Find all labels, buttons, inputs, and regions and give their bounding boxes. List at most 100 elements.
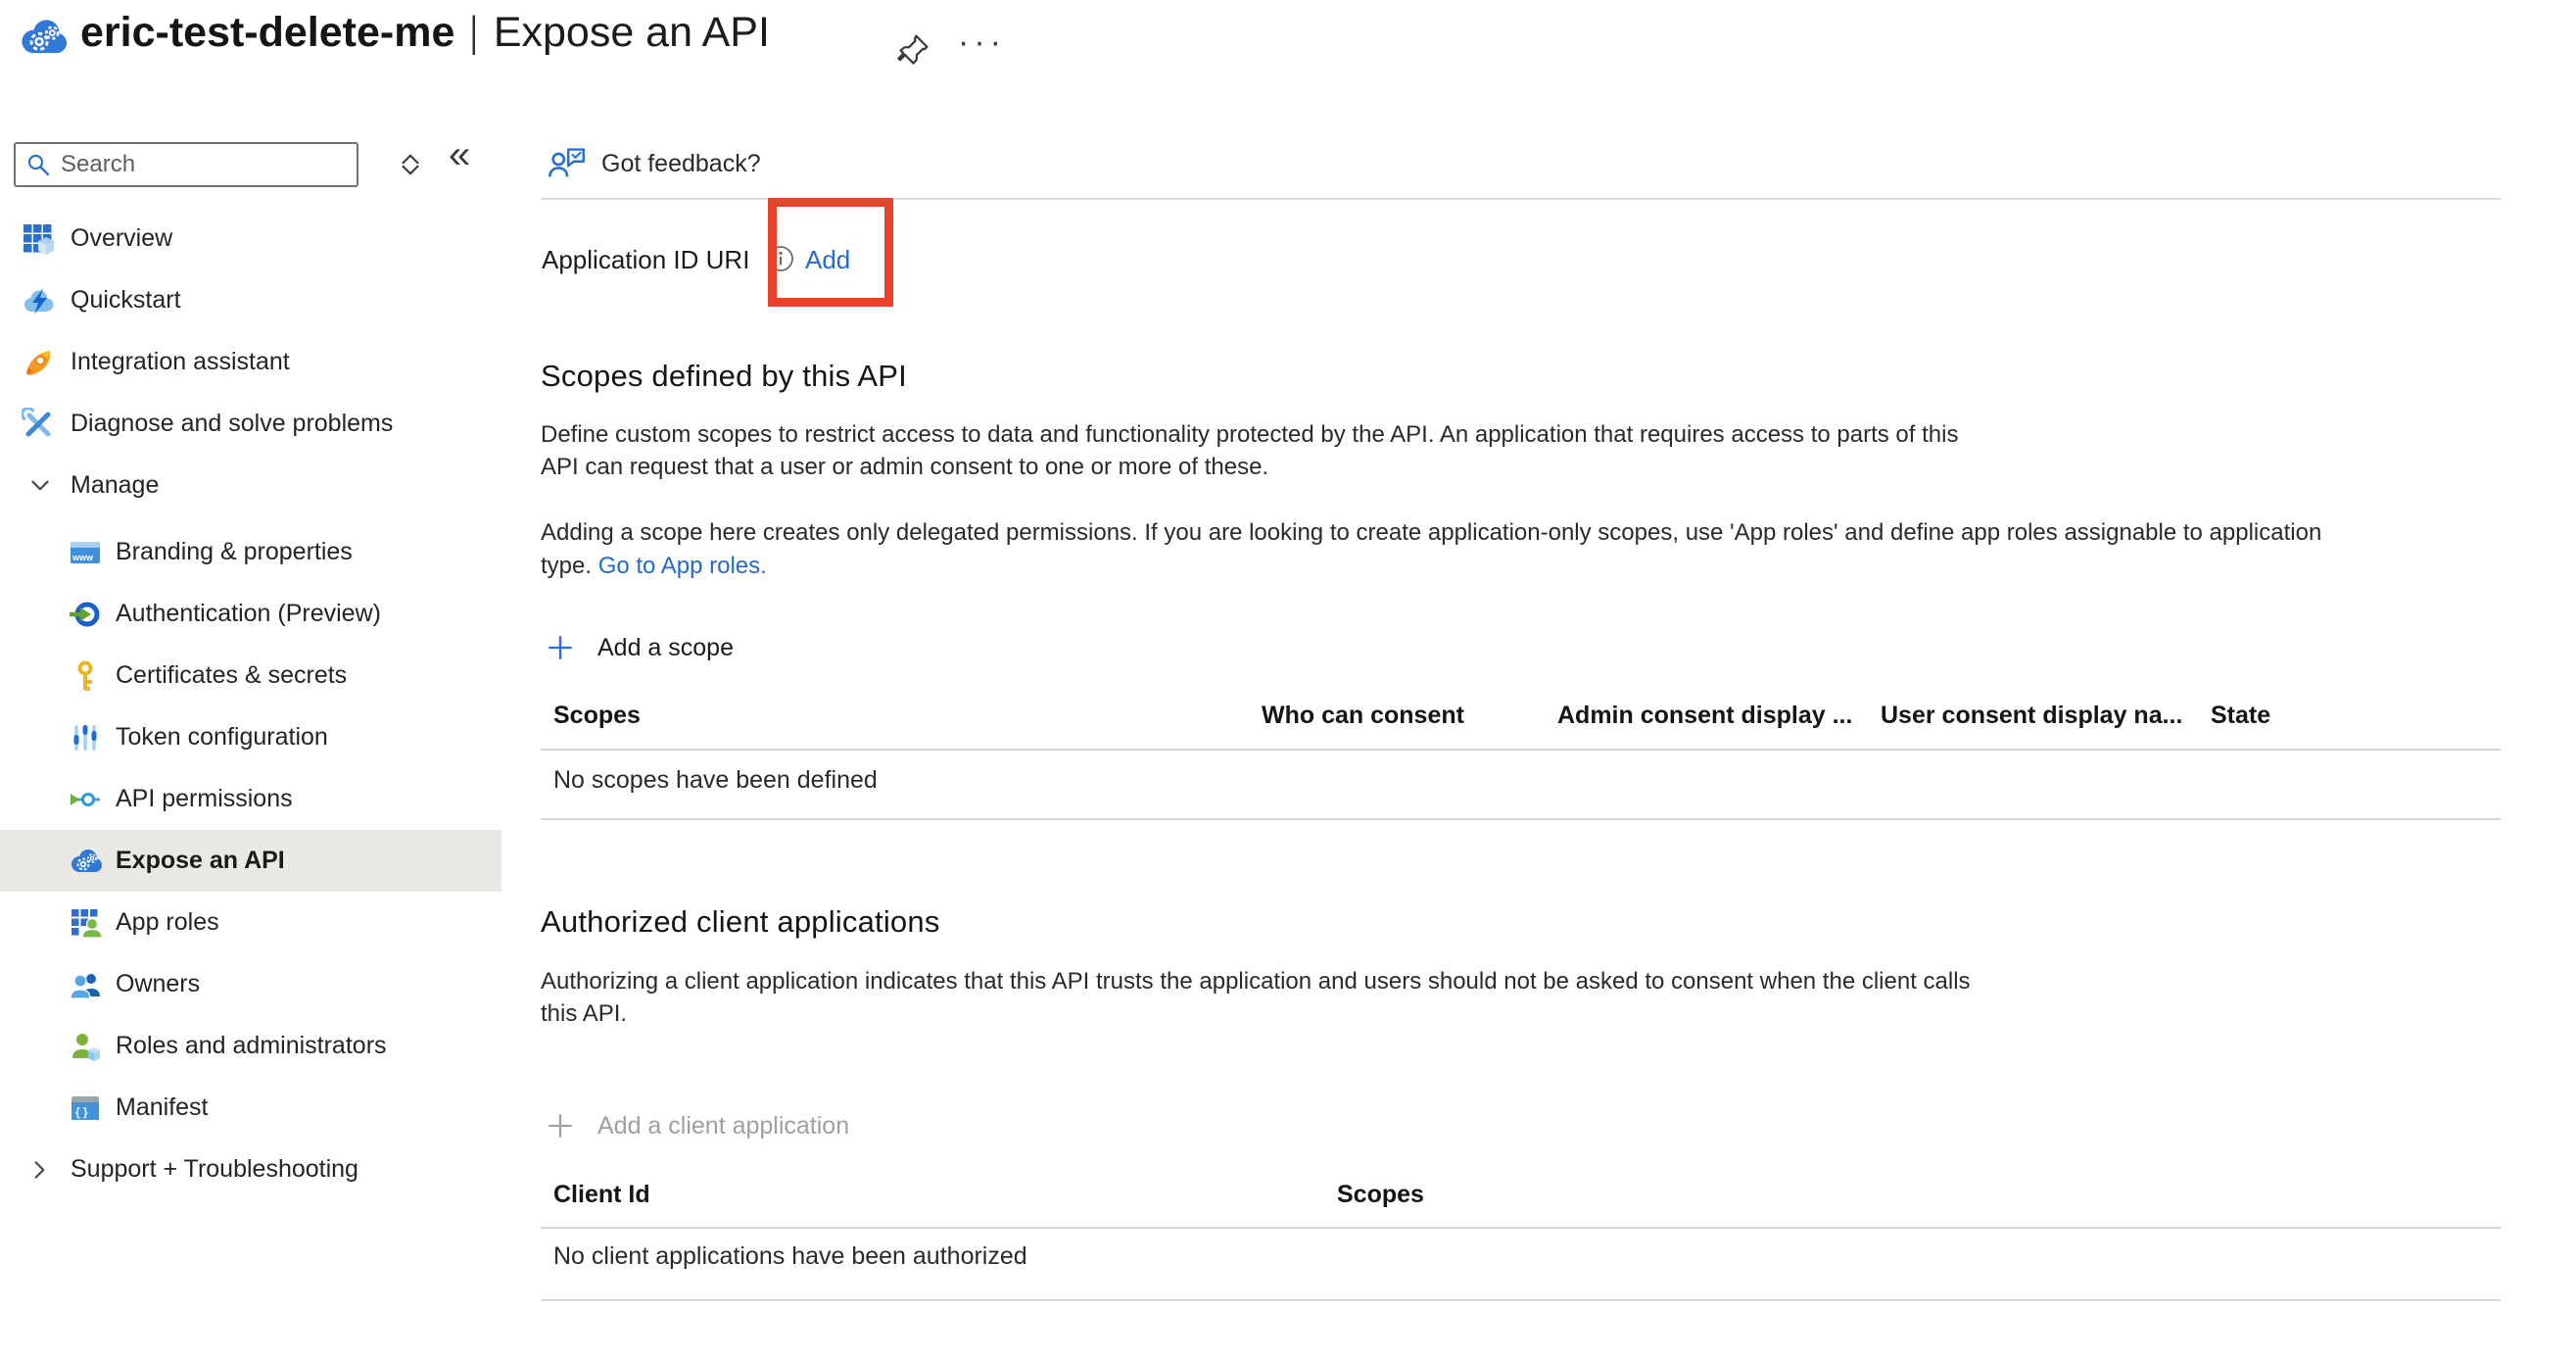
sidebar-item-label: Support + Troubleshooting xyxy=(71,1155,358,1184)
sidebar-item-integration-assistant[interactable]: Integration assistant xyxy=(0,331,501,393)
sidebar-item-diagnose[interactable]: Diagnose and solve problems xyxy=(0,393,501,455)
sidebar-item-label: App roles xyxy=(116,908,219,937)
sidebar-item-label: API permissions xyxy=(116,785,293,813)
person-cube-icon xyxy=(69,1030,102,1063)
svg-text:www: www xyxy=(72,553,94,562)
sidebar-menu: Overview Quickstart xyxy=(0,208,501,1200)
grid-person-icon xyxy=(69,906,102,940)
key-icon xyxy=(69,659,102,693)
chevron-down-icon xyxy=(27,473,53,499)
tools-icon xyxy=(22,408,55,441)
sidebar-item-label: Branding & properties xyxy=(116,538,353,566)
blade-title: Expose an API xyxy=(494,9,770,57)
sidebar-item-label: Token configuration xyxy=(116,723,328,752)
divider xyxy=(541,1299,2501,1301)
add-a-client-application-button[interactable]: Add a client application xyxy=(545,1110,849,1141)
feedback-label: Got feedback? xyxy=(601,150,761,178)
search-box[interactable] xyxy=(14,142,358,187)
sidebar-item-label: Certificates & secrets xyxy=(116,661,347,690)
sidebar-item-label: Overview xyxy=(71,224,172,253)
feedback-icon xyxy=(547,145,586,182)
page-title: eric-test-delete-me | Expose an API xyxy=(80,8,770,57)
expand-collapse-all-icon[interactable] xyxy=(396,150,425,179)
sidebar-item-api-permissions[interactable]: API permissions xyxy=(0,768,501,830)
sidebar-item-overview[interactable]: Overview xyxy=(0,208,501,269)
divider xyxy=(541,1227,2501,1229)
sign-in-arrow-icon xyxy=(69,598,102,631)
column-header-scopes: Scopes xyxy=(553,702,641,730)
overview-icon xyxy=(22,222,55,256)
divider xyxy=(541,749,2501,751)
add-a-client-application-label: Add a client application xyxy=(597,1112,849,1141)
sidebar-item-expose-an-api[interactable]: Expose an API xyxy=(0,830,501,892)
app-name: eric-test-delete-me xyxy=(80,9,454,57)
scopes-section-title: Scopes defined by this API xyxy=(541,359,907,394)
clients-empty-message: No client applications have been authori… xyxy=(553,1242,1027,1271)
scopes-description-line2: API can request that a user or admin con… xyxy=(541,454,1268,481)
sidebar-item-certificates[interactable]: Certificates & secrets xyxy=(0,645,501,706)
column-header-client-scopes: Scopes xyxy=(1337,1181,1424,1209)
column-header-user-consent: User consent display na... xyxy=(1881,702,2182,730)
add-a-scope-label: Add a scope xyxy=(597,634,734,662)
column-header-state: State xyxy=(2211,702,2270,730)
search-icon xyxy=(25,152,51,177)
api-connector-icon xyxy=(69,783,102,816)
sidebar-item-label: Manage xyxy=(71,471,159,500)
manifest-code-icon: { } xyxy=(69,1092,102,1125)
divider xyxy=(541,818,2501,820)
sidebar-group-support[interactable]: Support + Troubleshooting xyxy=(0,1139,501,1200)
chevron-right-icon xyxy=(27,1157,53,1183)
sidebar-group-manage[interactable]: Manage xyxy=(0,455,501,516)
sidebar-item-label: Integration assistant xyxy=(71,348,290,376)
sidebar-item-label: Quickstart xyxy=(71,286,181,315)
sidebar-item-label: Manifest xyxy=(116,1093,208,1122)
more-options-icon[interactable]: ··· xyxy=(958,24,1006,62)
sidebar: « Overview xyxy=(0,118,501,1360)
scopes-empty-message: No scopes have been defined xyxy=(553,766,878,795)
column-header-admin-consent: Admin consent display ... xyxy=(1557,702,1852,730)
got-feedback-link[interactable]: Got feedback? xyxy=(547,145,761,182)
app-registration-logo-icon xyxy=(18,13,67,62)
add-a-scope-button[interactable]: Add a scope xyxy=(545,632,734,663)
divider xyxy=(541,198,2501,200)
sidebar-item-label: Roles and administrators xyxy=(116,1032,387,1060)
title-separator: | xyxy=(470,8,478,57)
sidebar-item-app-roles[interactable]: App roles xyxy=(0,892,501,953)
sliders-icon xyxy=(69,721,102,754)
authorized-description-line2: this API. xyxy=(541,1000,627,1028)
scopes-note-line2-prefix: type. xyxy=(541,553,592,579)
sidebar-item-branding[interactable]: www Branding & properties xyxy=(0,521,501,583)
people-icon xyxy=(69,968,102,1001)
sidebar-item-manifest[interactable]: { } Manifest xyxy=(0,1077,501,1139)
svg-text:{ }: { } xyxy=(75,1105,88,1119)
authorized-description-line1: Authorizing a client application indicat… xyxy=(541,968,1971,996)
column-header-who-can-consent: Who can consent xyxy=(1262,702,1464,730)
plus-icon xyxy=(545,1110,576,1141)
sidebar-item-quickstart[interactable]: Quickstart xyxy=(0,269,501,331)
authorized-section-title: Authorized client applications xyxy=(541,904,940,940)
scopes-note-line2: type. Go to App roles. xyxy=(541,553,767,580)
sidebar-item-authentication[interactable]: Authentication (Preview) xyxy=(0,583,501,645)
expose-api-cloud-icon xyxy=(69,845,102,878)
column-header-client-id: Client Id xyxy=(553,1181,650,1209)
sidebar-item-token-configuration[interactable]: Token configuration xyxy=(0,706,501,768)
collapse-sidebar-icon[interactable]: « xyxy=(449,135,470,174)
sidebar-item-label: Expose an API xyxy=(116,847,285,875)
sidebar-item-label: Diagnose and solve problems xyxy=(71,410,393,438)
sidebar-item-owners[interactable]: Owners xyxy=(0,953,501,1015)
search-input[interactable] xyxy=(61,151,364,178)
expose-an-api-page: eric-test-delete-me | Expose an API ··· … xyxy=(0,0,2576,1360)
sidebar-item-label: Authentication (Preview) xyxy=(116,600,381,628)
go-to-app-roles-link[interactable]: Go to App roles. xyxy=(598,553,767,579)
browser-www-icon: www xyxy=(69,536,102,569)
add-application-id-uri-link[interactable]: Add xyxy=(805,245,850,275)
info-icon[interactable] xyxy=(767,245,794,272)
scopes-note-line1: Adding a scope here creates only delegat… xyxy=(541,519,2321,547)
plus-icon xyxy=(545,632,576,663)
scopes-description-line1: Define custom scopes to restrict access … xyxy=(541,421,1958,449)
rocket-icon xyxy=(22,346,55,379)
sidebar-item-label: Owners xyxy=(116,970,200,998)
quickstart-icon xyxy=(22,284,55,317)
sidebar-item-roles-administrators[interactable]: Roles and administrators xyxy=(0,1015,501,1077)
pin-icon[interactable] xyxy=(895,30,932,68)
